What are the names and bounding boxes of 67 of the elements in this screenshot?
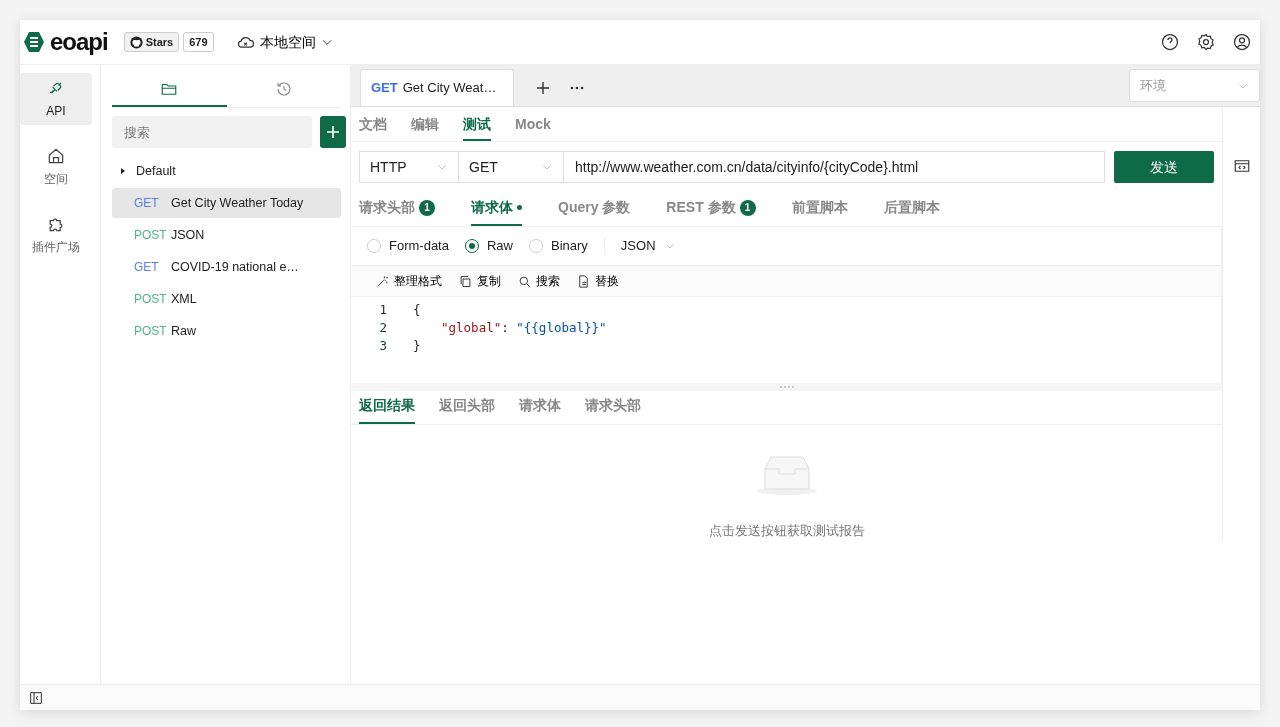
tree-item[interactable]: GET COVID-19 national e… xyxy=(112,252,341,282)
workspace-dropdown[interactable]: 本地空间 xyxy=(229,30,340,54)
nav-item[interactable]: 插件广场 xyxy=(20,209,92,261)
history-icon xyxy=(274,80,293,98)
format-select[interactable]: JSON xyxy=(620,236,676,256)
request-section-tab[interactable]: 前置脚本 xyxy=(791,193,848,226)
line-number: 1 xyxy=(378,300,388,319)
count-badge: 1 xyxy=(419,199,435,216)
request-section-tab[interactable]: 请求头部 1 xyxy=(359,193,435,226)
sidebar-toggle-icon[interactable] xyxy=(28,689,44,706)
line-number: 3 xyxy=(378,336,388,355)
code-icon[interactable] xyxy=(1232,157,1251,175)
request-section-tab[interactable]: 请求体 xyxy=(471,193,522,226)
body-type-radio[interactable]: Binary xyxy=(529,236,588,256)
tree-item[interactable]: POST XML xyxy=(112,284,341,314)
tree-item[interactable]: GET Get City Weather Today xyxy=(112,188,341,218)
github-stars-button[interactable]: Stars xyxy=(123,31,180,53)
url-field[interactable]: http://www.weather.com.cn/data/cityinfo/{cityCode}.html xyxy=(564,151,1105,183)
github-icon xyxy=(129,35,143,49)
add-button[interactable] xyxy=(320,116,346,148)
tree-group[interactable]: Default xyxy=(112,156,341,186)
file-icon xyxy=(576,273,591,289)
request-tab[interactable]: GET Get City Weat… xyxy=(360,69,515,106)
response-tab[interactable]: 请求头部 xyxy=(585,391,641,424)
plus-icon xyxy=(536,81,551,96)
code-line: "global": "{{global}}" xyxy=(440,318,607,337)
empty-message: 点击发送按钮获取测试报告 xyxy=(708,522,865,540)
tree-item[interactable]: POST JSON xyxy=(112,220,341,250)
plus-icon xyxy=(326,125,340,139)
empty-inbox-icon xyxy=(754,453,819,497)
count-badge: 1 xyxy=(739,199,756,216)
star-count: 679 xyxy=(183,31,214,53)
body-type-radio[interactable]: Raw xyxy=(464,236,513,256)
body-type-radio[interactable]: Form-data xyxy=(367,236,449,256)
mode-tab[interactable]: 编辑 xyxy=(411,110,439,141)
more-icon xyxy=(570,86,585,91)
code-line: } xyxy=(413,336,421,355)
settings-icon[interactable] xyxy=(1196,32,1216,52)
response-tab[interactable]: 返回结果 xyxy=(359,391,415,424)
send-button[interactable]: 发送 xyxy=(1114,151,1214,183)
modified-dot xyxy=(517,205,522,210)
editor-tool-button[interactable]: 整理格式 xyxy=(375,272,442,290)
code-editor[interactable]: 1 { 2 "global": "{{global}}" 3 } xyxy=(351,297,1221,383)
editor-tool-button[interactable]: 搜索 xyxy=(517,272,560,290)
request-section-tab[interactable]: REST 参数 1 xyxy=(666,193,756,226)
editor-tool-button[interactable]: 替换 xyxy=(576,272,619,290)
response-tab[interactable]: 请求体 xyxy=(519,391,561,424)
protocol-select[interactable]: HTTP xyxy=(359,151,459,183)
response-tab[interactable]: 返回头部 xyxy=(439,391,495,424)
nav-item[interactable]: API xyxy=(20,73,92,125)
copy-icon xyxy=(458,273,473,289)
help-icon[interactable] xyxy=(1160,32,1180,52)
mode-tab[interactable]: Mock xyxy=(515,110,551,141)
home-icon xyxy=(46,146,66,166)
tree-item[interactable]: POST Raw xyxy=(112,316,341,346)
line-number: 2 xyxy=(378,318,388,337)
mode-tab[interactable]: 文档 xyxy=(359,110,387,141)
code-line: { xyxy=(413,300,421,319)
request-section-tab[interactable]: 后置脚本 xyxy=(883,193,940,226)
request-section-tab[interactable]: Query 参数 xyxy=(558,193,631,226)
search-field[interactable]: 搜索 xyxy=(112,116,312,148)
logo-text: eoapi xyxy=(50,27,108,57)
user-icon[interactable] xyxy=(1232,32,1252,52)
editor-tool-button[interactable]: 复制 xyxy=(458,272,501,290)
nav-item[interactable]: 空间 xyxy=(20,141,92,193)
splitter-handle[interactable] xyxy=(351,383,1222,391)
mode-tab[interactable]: 测试 xyxy=(463,110,491,141)
